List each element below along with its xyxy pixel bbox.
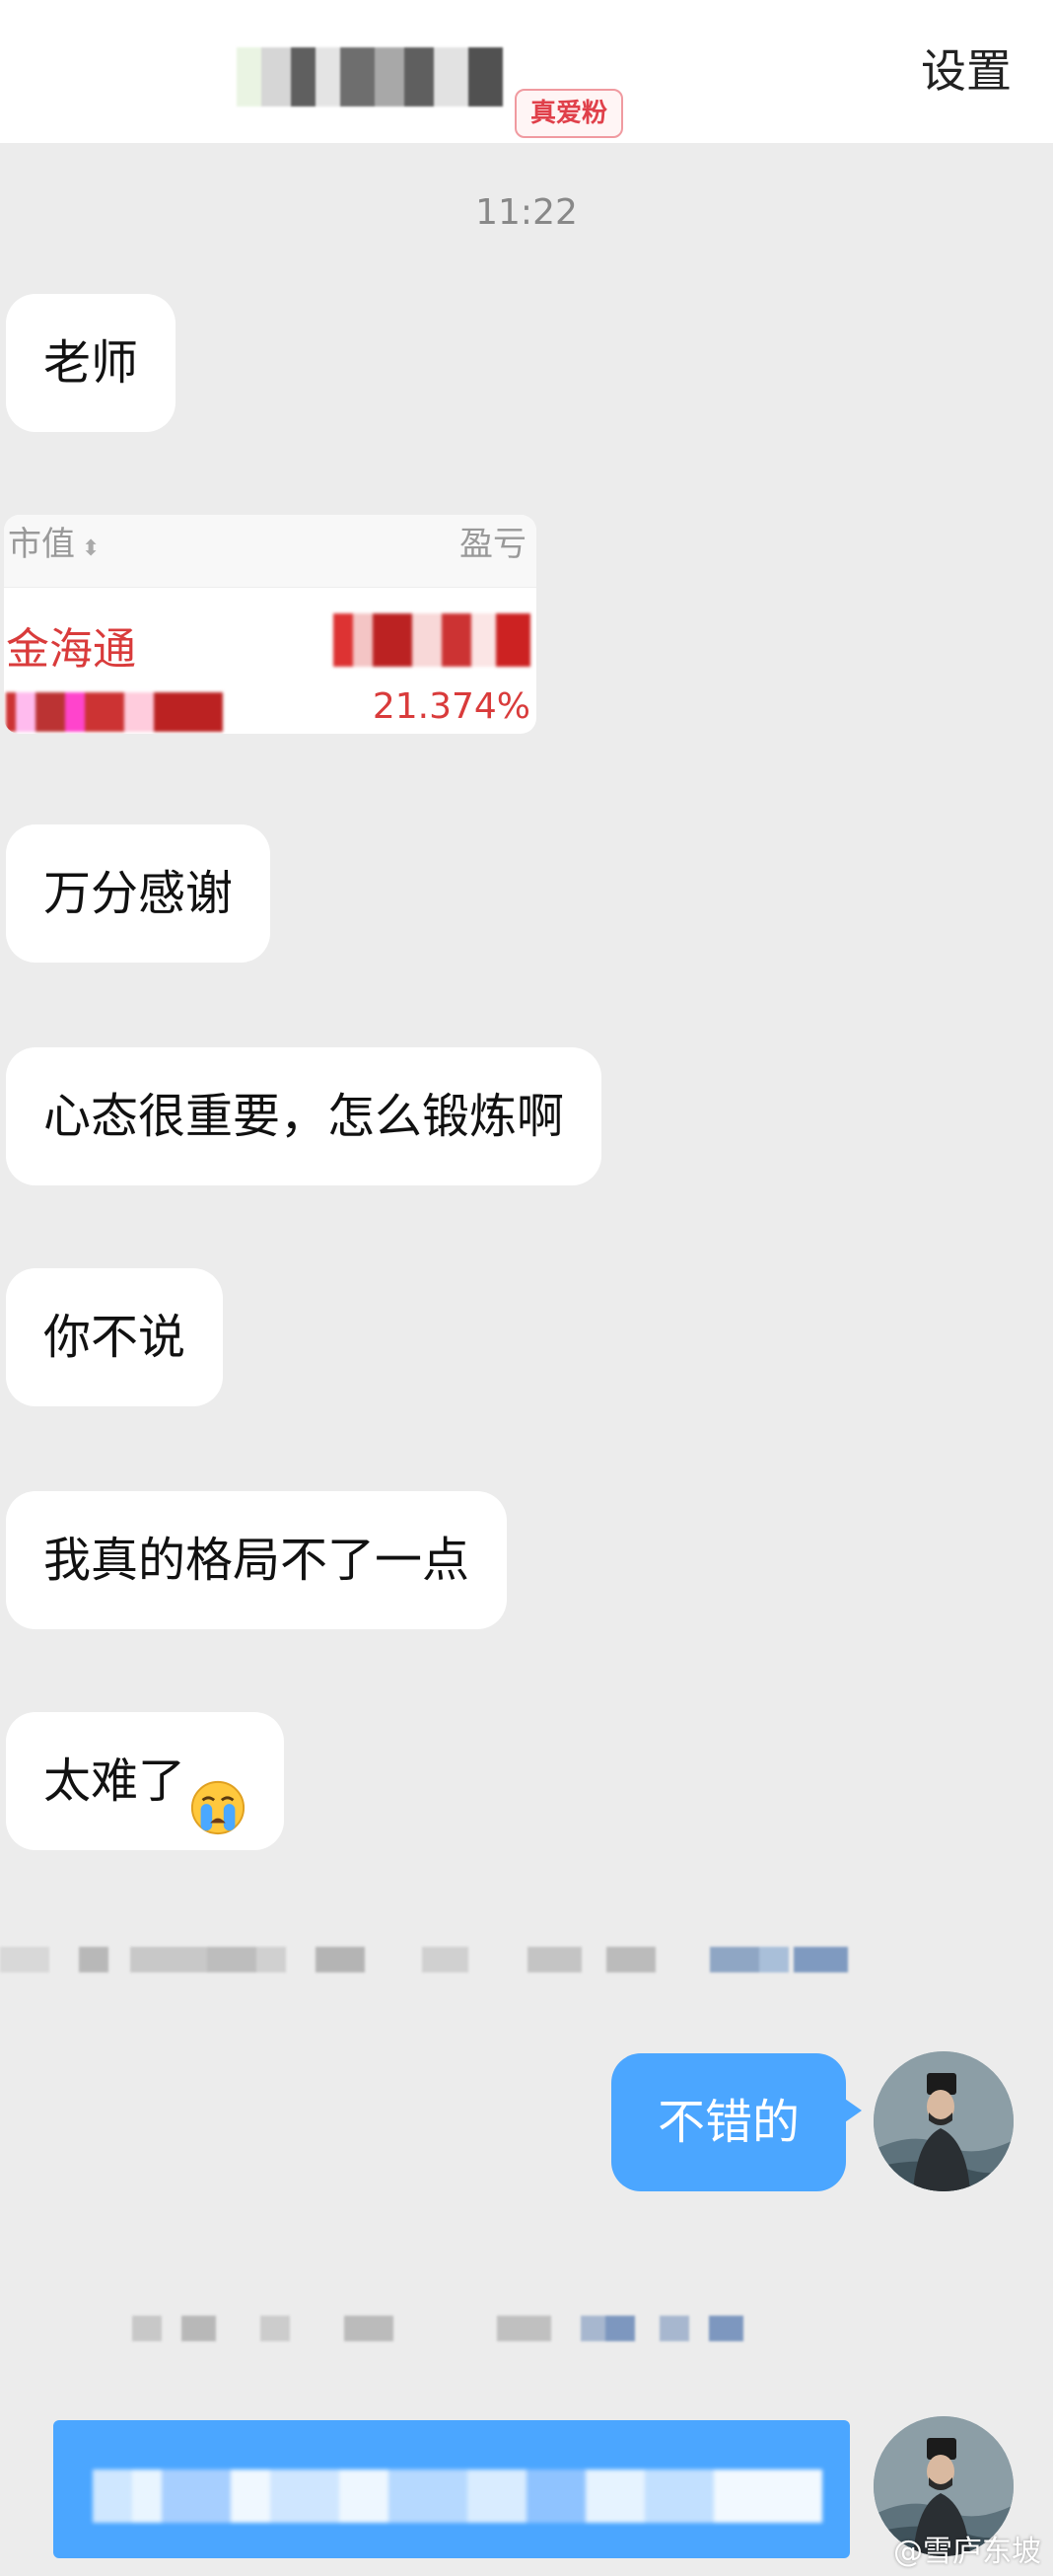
chat-header: 真爱粉 设置 [0, 0, 1053, 143]
user-avatar[interactable] [874, 2051, 1014, 2191]
message-bubble-received[interactable]: 万分感谢 [6, 824, 271, 963]
stock-percent: 21.374% [372, 686, 530, 727]
message-bubble-received[interactable]: 老师 [6, 294, 176, 432]
message-text: 不错的 [657, 2095, 800, 2150]
message-text: 万分感谢 [43, 866, 234, 921]
message-text: 太难了 [43, 1753, 186, 1809]
message-bubble-received[interactable]: 你不说 [6, 1268, 224, 1406]
message-bubble-sent-blurred[interactable] [53, 2420, 850, 2558]
blurred-amount [333, 613, 530, 667]
image-column-header: 市值 ⬍ 盈亏 [4, 515, 536, 588]
fan-badge: 真爱粉 [515, 89, 624, 138]
stock-name: 金海通 [6, 624, 136, 675]
shared-stock-screenshot[interactable]: 市值 ⬍ 盈亏 金海通 21.374% [4, 515, 536, 734]
contact-title[interactable]: 真爱粉 [237, 47, 631, 138]
message-bubble-received[interactable]: 我真的格局不了一点 [6, 1491, 508, 1629]
crying-face-icon [189, 1752, 246, 1835]
blurred-amount-2 [6, 692, 223, 732]
message-text: 你不说 [43, 1310, 186, 1365]
column-profit-loss: 盈亏 [459, 525, 526, 564]
message-text: 老师 [43, 335, 139, 391]
message-bubble-received[interactable]: 心态很重要，怎么锻炼啊 [6, 1047, 602, 1185]
blurred-message-text [93, 2469, 822, 2523]
blurred-system-notice [132, 2316, 743, 2341]
message-bubble-received[interactable]: 太难了 [6, 1712, 285, 1850]
sort-arrows-icon: ⬍ [75, 537, 101, 561]
column-market-value: 市值 ⬍ [8, 525, 101, 564]
blurred-system-notice [0, 1947, 848, 1972]
message-bubble-sent[interactable]: 不错的 [611, 2053, 862, 2191]
blurred-contact-name [237, 47, 503, 107]
watermark: @雪庐东坡 [893, 2535, 1041, 2569]
message-timestamp: 11:22 [475, 192, 578, 233]
message-text: 心态很重要，怎么锻炼啊 [43, 1089, 565, 1144]
message-text: 我真的格局不了一点 [43, 1533, 470, 1588]
settings-button[interactable]: 设置 [921, 39, 1012, 103]
